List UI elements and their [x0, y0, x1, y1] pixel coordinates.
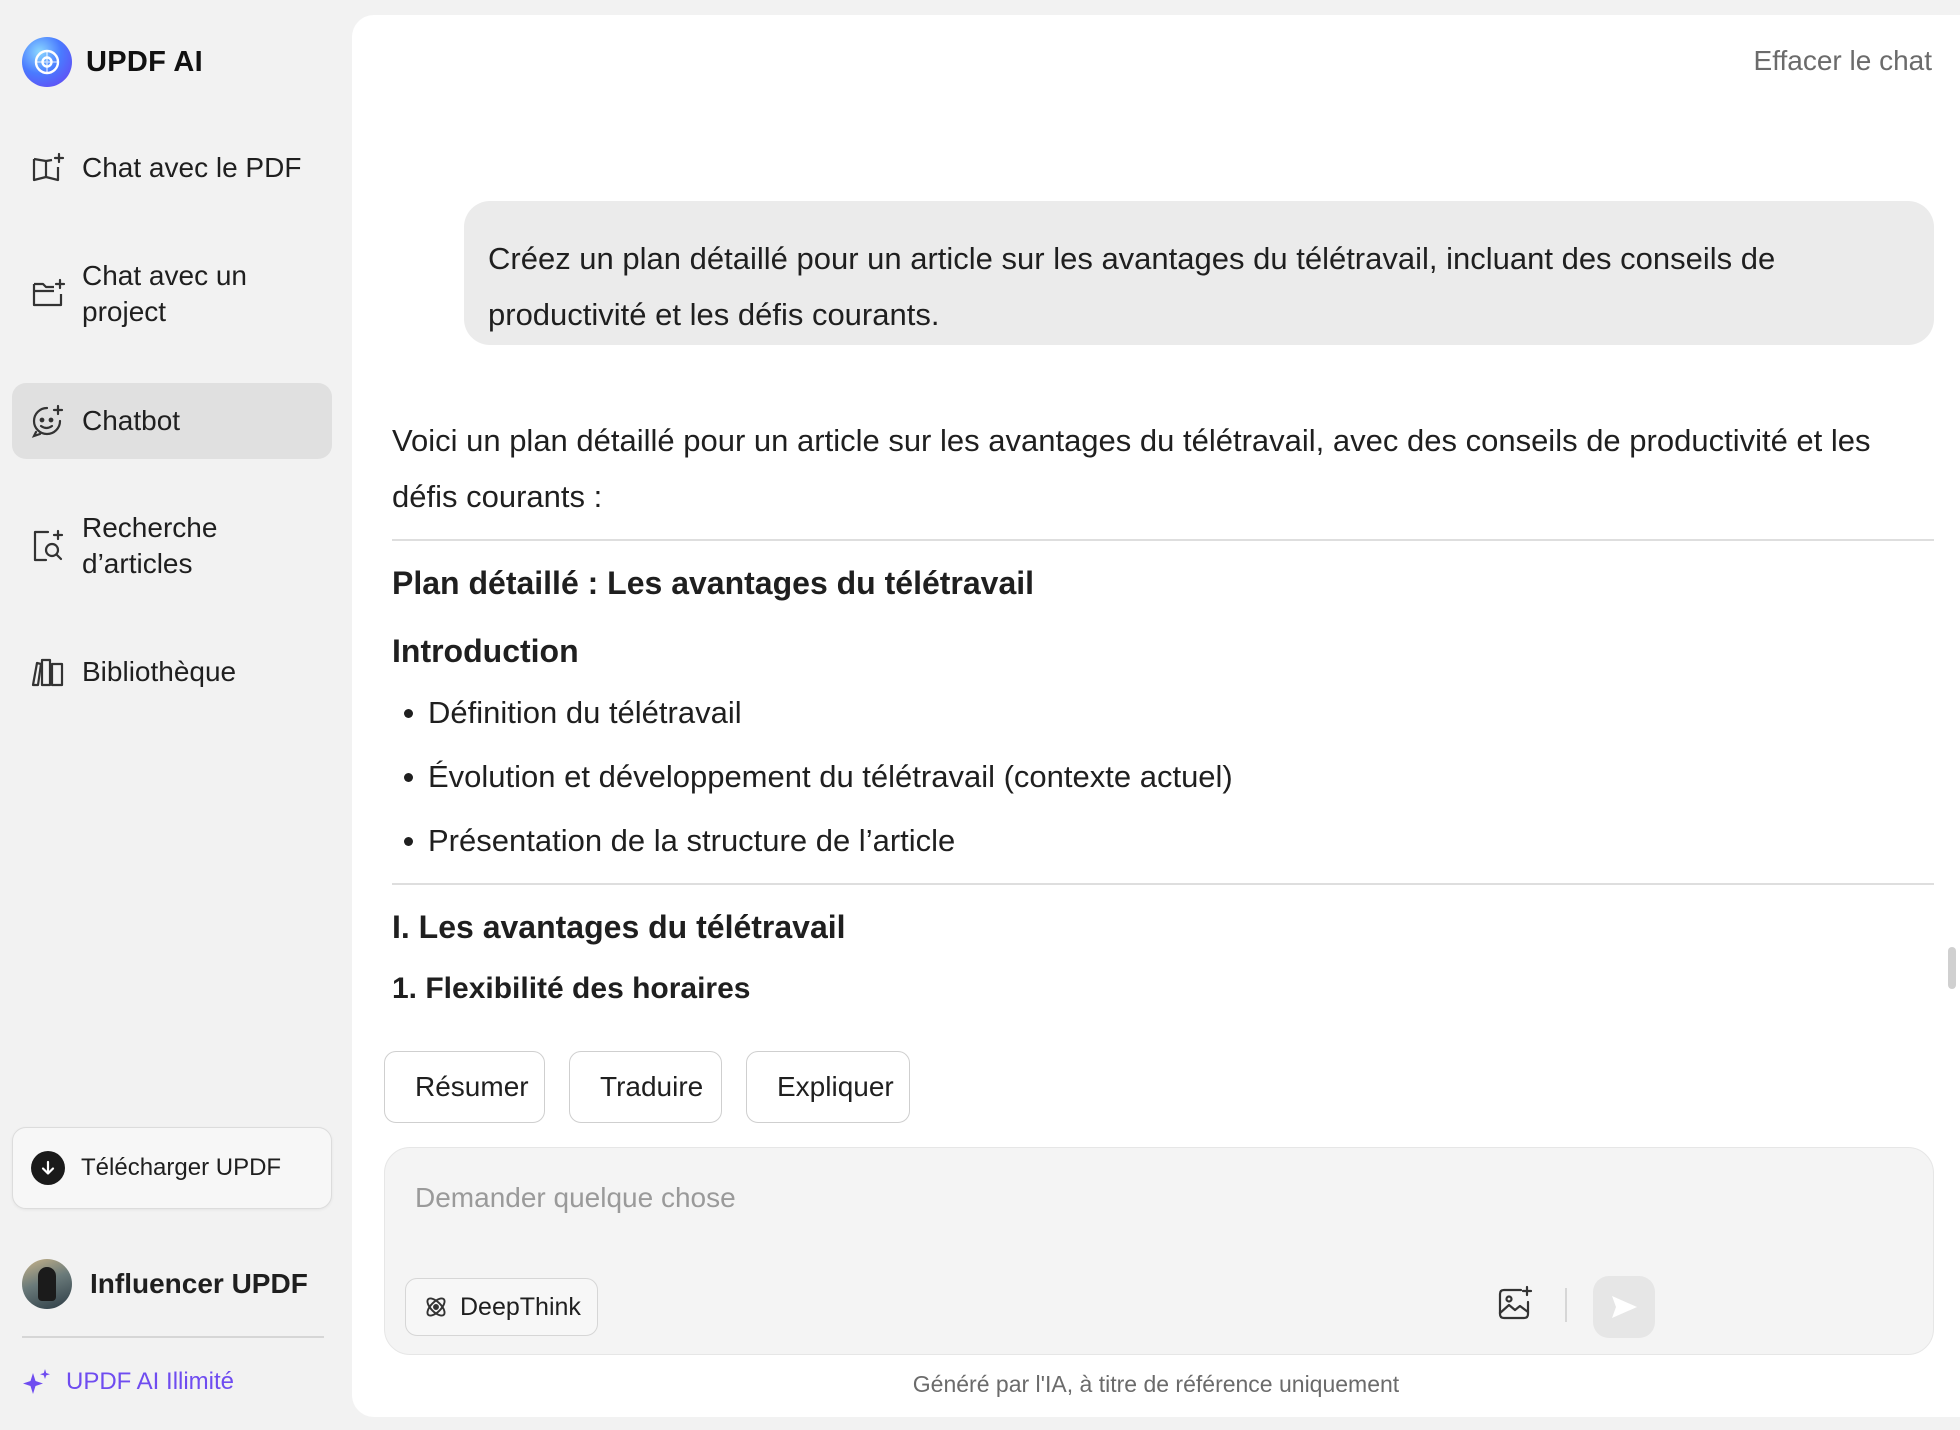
divider — [22, 1336, 324, 1338]
message-composer: DeepThink — [384, 1147, 1934, 1355]
user-message-bubble: Créez un plan détaillé pour un article s… — [464, 201, 1934, 345]
divider — [1565, 1288, 1567, 1322]
intro-bullet-list: Définition du télétravail Évolution et d… — [392, 681, 1934, 873]
image-upload-icon[interactable] — [1495, 1284, 1535, 1324]
avatar — [22, 1259, 72, 1309]
list-item: Présentation de la structure de l’articl… — [392, 809, 1934, 873]
user-profile[interactable]: Influencer UPDF — [22, 1259, 308, 1309]
section-heading-advantages: I. Les avantages du télétravail — [392, 909, 846, 945]
clear-chat-button[interactable]: Effacer le chat — [1754, 45, 1932, 77]
section-heading-introduction: Introduction — [392, 633, 579, 669]
summarize-button[interactable]: Résumer — [384, 1051, 545, 1123]
chat-panel: Effacer le chat Créez un plan détaillé p… — [352, 15, 1960, 1417]
updf-ai-unlimited-link[interactable]: UPDF AI Illimité — [22, 1367, 234, 1397]
brand[interactable]: UPDF AI — [22, 36, 203, 88]
explain-button[interactable]: Expliquer — [746, 1051, 910, 1123]
send-icon — [1612, 1296, 1637, 1318]
ai-disclaimer: Généré par l'IA, à titre de référence un… — [912, 1371, 1400, 1397]
download-updf-button[interactable]: Télécharger UPDF — [12, 1127, 332, 1209]
send-button[interactable] — [1593, 1276, 1655, 1338]
list-item: Évolution et développement du télétravai… — [392, 745, 1934, 809]
folder-sparkle-icon — [32, 278, 66, 307]
translate-button[interactable]: Traduire — [569, 1051, 722, 1123]
book-sparkle-icon — [32, 152, 65, 182]
sidebar-item-chat-pdf[interactable]: Chat avec le PDF — [12, 128, 332, 208]
user-name: Influencer UPDF — [90, 1268, 308, 1299]
scrollbar-thumb[interactable] — [1948, 947, 1956, 989]
sidebar-item-chatbot[interactable]: Chatbot — [12, 383, 332, 459]
quick-actions: Résumer Traduire Expliquer — [384, 1051, 910, 1123]
download-arrow-icon — [31, 1151, 65, 1185]
subsection-heading: 1. Flexibilité des horaires — [392, 972, 751, 1005]
sparkle-icon — [23, 1369, 50, 1394]
brand-name: UPDF AI — [86, 45, 204, 78]
atom-icon — [426, 1297, 446, 1317]
chatbot-face-icon — [31, 404, 64, 438]
library-books-icon — [31, 658, 64, 687]
assistant-answer: Voici un plan détaillé pour un article s… — [392, 413, 1934, 1035]
updf-ai-logo-icon — [22, 37, 72, 87]
document-search-icon — [33, 529, 64, 562]
list-item: Définition du télétravail — [392, 681, 1934, 745]
message-input[interactable] — [415, 1176, 1715, 1220]
sidebar-item-chat-project[interactable]: Chat avec un project — [12, 242, 332, 346]
divider — [392, 539, 1934, 541]
sidebar: UPDF AI Chat avec le PDF Chat avec un pr… — [0, 0, 350, 1430]
sidebar-item-article-search[interactable]: Recherche d’articles — [12, 494, 332, 598]
sidebar-item-library[interactable]: Bibliothèque — [12, 632, 332, 712]
deepthink-toggle[interactable]: DeepThink — [405, 1278, 598, 1336]
answer-title: Plan détaillé : Les avantages du télétra… — [392, 565, 1035, 601]
answer-intro: Voici un plan détaillé pour un article s… — [392, 423, 1871, 514]
divider — [392, 883, 1934, 885]
